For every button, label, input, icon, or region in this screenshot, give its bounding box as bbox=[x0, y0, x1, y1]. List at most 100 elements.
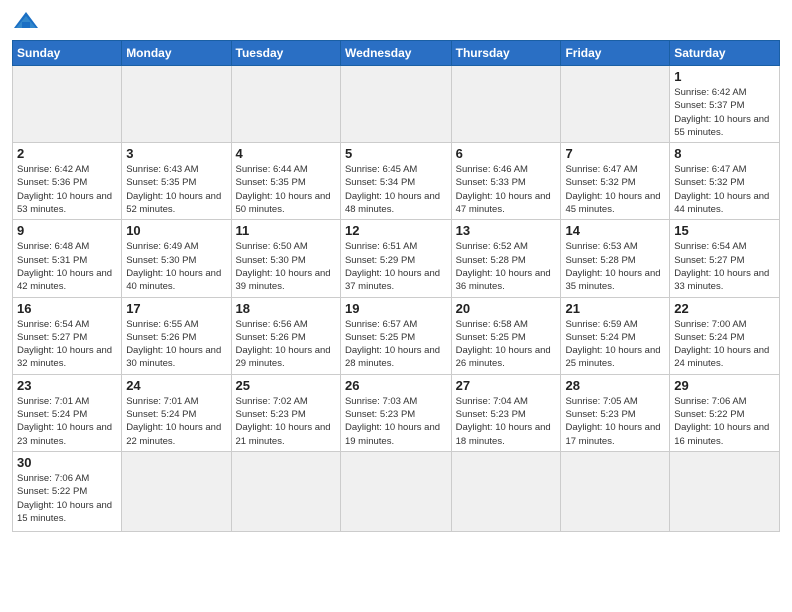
day-info: Sunrise: 6:56 AM Sunset: 5:26 PM Dayligh… bbox=[236, 318, 336, 371]
day-info: Sunrise: 7:04 AM Sunset: 5:23 PM Dayligh… bbox=[456, 395, 557, 448]
day-info: Sunrise: 6:58 AM Sunset: 5:25 PM Dayligh… bbox=[456, 318, 557, 371]
day-number: 11 bbox=[236, 223, 336, 238]
calendar-day-cell: 1Sunrise: 6:42 AM Sunset: 5:37 PM Daylig… bbox=[670, 66, 780, 143]
day-number: 3 bbox=[126, 146, 226, 161]
day-header-tuesday: Tuesday bbox=[231, 41, 340, 66]
calendar-day-cell: 27 Sunrise: 7:04 AM Sunset: 5:23 PM Dayli… bbox=[451, 374, 561, 451]
day-info: Sunrise: 6:53 AM Sunset: 5:28 PM Dayligh… bbox=[565, 240, 665, 293]
day-info: Sunrise: 7:06 AM Sunset: 5:22 PM Dayligh… bbox=[17, 472, 117, 525]
calendar-day-cell: 14 Sunrise: 6:53 AM Sunset: 5:28 PM Dayli… bbox=[561, 220, 670, 297]
day-number: 9 bbox=[17, 223, 117, 238]
calendar-table: SundayMondayTuesdayWednesdayThursdayFrid… bbox=[12, 40, 780, 532]
calendar-day-cell: 12 Sunrise: 6:51 AM Sunset: 5:29 PM Dayli… bbox=[340, 220, 451, 297]
day-number: 14 bbox=[565, 223, 665, 238]
calendar-day-cell bbox=[561, 451, 670, 531]
logo bbox=[12, 10, 44, 32]
calendar-day-cell: 17 Sunrise: 6:55 AM Sunset: 5:26 PM Dayli… bbox=[122, 297, 231, 374]
day-header-thursday: Thursday bbox=[451, 41, 561, 66]
day-info: Sunrise: 6:52 AM Sunset: 5:28 PM Dayligh… bbox=[456, 240, 557, 293]
day-number: 13 bbox=[456, 223, 557, 238]
day-info: Sunrise: 6:55 AM Sunset: 5:26 PM Dayligh… bbox=[126, 318, 226, 371]
calendar-day-cell: 13 Sunrise: 6:52 AM Sunset: 5:28 PM Dayli… bbox=[451, 220, 561, 297]
day-number: 2 bbox=[17, 146, 117, 161]
day-number: 28 bbox=[565, 378, 665, 393]
calendar-week-row: 16 Sunrise: 6:54 AM Sunset: 5:27 PM Dayli… bbox=[13, 297, 780, 374]
calendar-day-cell: 25 Sunrise: 7:02 AM Sunset: 5:23 PM Dayli… bbox=[231, 374, 340, 451]
day-number: 18 bbox=[236, 301, 336, 316]
calendar-week-row: 1Sunrise: 6:42 AM Sunset: 5:37 PM Daylig… bbox=[13, 66, 780, 143]
day-number: 23 bbox=[17, 378, 117, 393]
logo-icon bbox=[12, 10, 40, 32]
calendar-day-cell bbox=[231, 66, 340, 143]
day-number: 10 bbox=[126, 223, 226, 238]
day-info: Sunrise: 6:43 AM Sunset: 5:35 PM Dayligh… bbox=[126, 163, 226, 216]
day-number: 7 bbox=[565, 146, 665, 161]
day-info: Sunrise: 7:01 AM Sunset: 5:24 PM Dayligh… bbox=[126, 395, 226, 448]
calendar-day-cell: 23 Sunrise: 7:01 AM Sunset: 5:24 PM Dayli… bbox=[13, 374, 122, 451]
day-info: Sunrise: 7:00 AM Sunset: 5:24 PM Dayligh… bbox=[674, 318, 775, 371]
day-info: Sunrise: 7:01 AM Sunset: 5:24 PM Dayligh… bbox=[17, 395, 117, 448]
day-number: 24 bbox=[126, 378, 226, 393]
day-number: 6 bbox=[456, 146, 557, 161]
day-info: Sunrise: 7:02 AM Sunset: 5:23 PM Dayligh… bbox=[236, 395, 336, 448]
day-info: Sunrise: 6:54 AM Sunset: 5:27 PM Dayligh… bbox=[17, 318, 117, 371]
calendar-day-cell: 26Sunrise: 7:03 AM Sunset: 5:23 PM Dayli… bbox=[340, 374, 451, 451]
day-number: 22 bbox=[674, 301, 775, 316]
calendar-day-cell bbox=[451, 451, 561, 531]
calendar-day-cell: 7 Sunrise: 6:47 AM Sunset: 5:32 PM Daylig… bbox=[561, 143, 670, 220]
calendar-day-cell bbox=[340, 66, 451, 143]
day-info: Sunrise: 6:44 AM Sunset: 5:35 PM Dayligh… bbox=[236, 163, 336, 216]
calendar-day-cell: 9 Sunrise: 6:48 AM Sunset: 5:31 PM Daylig… bbox=[13, 220, 122, 297]
calendar-day-cell bbox=[122, 451, 231, 531]
day-number: 27 bbox=[456, 378, 557, 393]
calendar-day-cell: 10 Sunrise: 6:49 AM Sunset: 5:30 PM Dayli… bbox=[122, 220, 231, 297]
day-header-friday: Friday bbox=[561, 41, 670, 66]
day-number: 12 bbox=[345, 223, 447, 238]
day-number: 20 bbox=[456, 301, 557, 316]
day-info: Sunrise: 6:54 AM Sunset: 5:27 PM Dayligh… bbox=[674, 240, 775, 293]
day-info: Sunrise: 6:48 AM Sunset: 5:31 PM Dayligh… bbox=[17, 240, 117, 293]
calendar-day-cell: 16 Sunrise: 6:54 AM Sunset: 5:27 PM Dayli… bbox=[13, 297, 122, 374]
day-info: Sunrise: 6:50 AM Sunset: 5:30 PM Dayligh… bbox=[236, 240, 336, 293]
day-info: Sunrise: 6:42 AM Sunset: 5:37 PM Dayligh… bbox=[674, 86, 775, 139]
day-number: 30 bbox=[17, 455, 117, 470]
header bbox=[12, 10, 780, 32]
calendar-day-cell: 18 Sunrise: 6:56 AM Sunset: 5:26 PM Dayli… bbox=[231, 297, 340, 374]
calendar-day-cell: 6 Sunrise: 6:46 AM Sunset: 5:33 PM Daylig… bbox=[451, 143, 561, 220]
calendar-day-cell bbox=[231, 451, 340, 531]
calendar-week-row: 23 Sunrise: 7:01 AM Sunset: 5:24 PM Dayli… bbox=[13, 374, 780, 451]
day-number: 16 bbox=[17, 301, 117, 316]
day-number: 29 bbox=[674, 378, 775, 393]
calendar-day-cell: 3 Sunrise: 6:43 AM Sunset: 5:35 PM Daylig… bbox=[122, 143, 231, 220]
calendar-day-cell: 24 Sunrise: 7:01 AM Sunset: 5:24 PM Dayli… bbox=[122, 374, 231, 451]
day-info: Sunrise: 6:47 AM Sunset: 5:32 PM Dayligh… bbox=[674, 163, 775, 216]
calendar-day-cell bbox=[561, 66, 670, 143]
calendar-day-cell: 4 Sunrise: 6:44 AM Sunset: 5:35 PM Daylig… bbox=[231, 143, 340, 220]
calendar-day-cell bbox=[451, 66, 561, 143]
calendar-day-cell bbox=[13, 66, 122, 143]
calendar-day-cell: 15Sunrise: 6:54 AM Sunset: 5:27 PM Dayli… bbox=[670, 220, 780, 297]
calendar-day-cell: 28 Sunrise: 7:05 AM Sunset: 5:23 PM Dayli… bbox=[561, 374, 670, 451]
day-info: Sunrise: 6:47 AM Sunset: 5:32 PM Dayligh… bbox=[565, 163, 665, 216]
calendar-day-cell bbox=[670, 451, 780, 531]
day-info: Sunrise: 6:42 AM Sunset: 5:36 PM Dayligh… bbox=[17, 163, 117, 216]
calendar-week-row: 30 Sunrise: 7:06 AM Sunset: 5:22 PM Dayli… bbox=[13, 451, 780, 531]
day-info: Sunrise: 6:46 AM Sunset: 5:33 PM Dayligh… bbox=[456, 163, 557, 216]
day-info: Sunrise: 6:59 AM Sunset: 5:24 PM Dayligh… bbox=[565, 318, 665, 371]
day-number: 19 bbox=[345, 301, 447, 316]
calendar-day-cell: 8Sunrise: 6:47 AM Sunset: 5:32 PM Daylig… bbox=[670, 143, 780, 220]
calendar-day-cell: 5Sunrise: 6:45 AM Sunset: 5:34 PM Daylig… bbox=[340, 143, 451, 220]
day-info: Sunrise: 7:05 AM Sunset: 5:23 PM Dayligh… bbox=[565, 395, 665, 448]
day-number: 17 bbox=[126, 301, 226, 316]
calendar-week-row: 9 Sunrise: 6:48 AM Sunset: 5:31 PM Daylig… bbox=[13, 220, 780, 297]
calendar-day-cell: 30 Sunrise: 7:06 AM Sunset: 5:22 PM Dayli… bbox=[13, 451, 122, 531]
day-number: 25 bbox=[236, 378, 336, 393]
day-info: Sunrise: 6:51 AM Sunset: 5:29 PM Dayligh… bbox=[345, 240, 447, 293]
day-number: 26 bbox=[345, 378, 447, 393]
calendar-day-cell bbox=[122, 66, 231, 143]
day-number: 4 bbox=[236, 146, 336, 161]
calendar-week-row: 2 Sunrise: 6:42 AM Sunset: 5:36 PM Daylig… bbox=[13, 143, 780, 220]
day-header-wednesday: Wednesday bbox=[340, 41, 451, 66]
day-info: Sunrise: 6:49 AM Sunset: 5:30 PM Dayligh… bbox=[126, 240, 226, 293]
calendar-header-row: SundayMondayTuesdayWednesdayThursdayFrid… bbox=[13, 41, 780, 66]
